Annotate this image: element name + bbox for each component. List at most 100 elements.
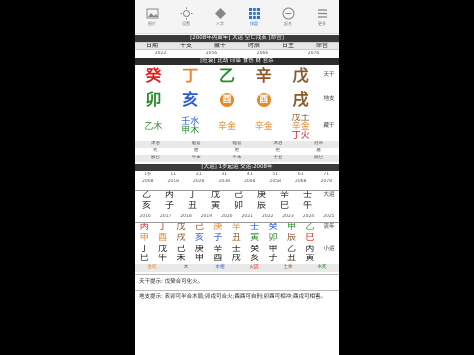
dayun-zhi: 午 [302, 201, 312, 211]
xiaoyun-zhi: 巳 [139, 254, 149, 263]
toolbar-label: 起名 [284, 20, 292, 26]
dayun-gan: 己 [233, 191, 243, 200]
canggan-block: 乙木 壬水 甲木 辛金 辛金 戊土 辛金 丁火 藏干 [135, 114, 339, 140]
toolbar-more[interactable]: 更多 [305, 0, 339, 33]
liunian-gan-row: 丙 丁 戊 己 庚 辛 壬 癸 甲 乙 流年 [135, 222, 339, 232]
grid-icon [248, 7, 260, 19]
dayun-gan: 丙 [164, 191, 174, 200]
liunian-zhi: 亥 [194, 233, 204, 243]
shensha-cell: 沐浴 [150, 141, 160, 147]
dayun-label: 大运 [323, 191, 335, 198]
xingyun-cell: 绝 [234, 148, 240, 154]
dayun-age: 51 [272, 172, 279, 177]
top-toolbar: 图片 设置 八字 排盘 起名 更多 [135, 0, 339, 34]
wuxing-cell: 水相 [215, 264, 225, 270]
wuxing-cell: 金旺 [147, 264, 157, 270]
top-banner-text: [2008年丙寅年] 大运 空亡戌亥 [命宫] [190, 34, 284, 41]
xiaoyun-zhi-row: 巳 午 未 申 酉 戌 亥 子 丑 寅 [135, 254, 339, 263]
dayun-gan: 辛 [279, 191, 289, 200]
liunian-year: 2016 [139, 214, 151, 219]
xiaoyun-gan: 丁 [139, 245, 149, 254]
zhi-char: 卯 [145, 90, 162, 109]
xiaoyun-zhi: 戌 [231, 254, 241, 263]
wuxing-row: 金旺 木 水相 火囚 土休 木死 [135, 264, 339, 272]
toolbar-bazi[interactable]: 八字 [203, 0, 237, 33]
canggan-item: 辛金 [217, 121, 236, 132]
xiaoyun-gan: 癸 [250, 245, 260, 254]
dayun-age: 1岁 [144, 172, 152, 177]
zhi-char: 亥 [182, 90, 199, 109]
gan-char: 戊 [292, 66, 309, 85]
gan-char: 癸 [145, 66, 162, 85]
shensha-cell: 临官 [232, 141, 242, 147]
canggan-col: 辛金 [209, 114, 246, 140]
liunian-year: 2021 [241, 214, 253, 219]
dayun-age: 61 [297, 172, 304, 177]
gan-label: 天干 [323, 72, 335, 79]
zhi-circle-wrap: 酉 [209, 89, 246, 111]
toolbar-paipan[interactable]: 排盘 [237, 0, 271, 33]
dayun-gan: 庚 [256, 191, 266, 200]
gan-char: 丁 [182, 66, 199, 85]
liunian-year: 2023 [282, 214, 294, 219]
canggan-item: 乙木 [144, 121, 163, 132]
dayun-gan-row: 乙 丙 丁 戊 己 庚 辛 壬 大运 [135, 190, 339, 200]
xiaoyun-gan-row: 丁 戊 己 庚 辛 壬 癸 甲 乙 丙 小运 [135, 245, 339, 254]
tiangan-hint-text: 戊癸合可化火。 [164, 279, 204, 285]
toolbar-image[interactable]: 图片 [135, 0, 169, 33]
dayun-year: 2058 [269, 179, 281, 184]
toolbar-label: 图片 [148, 20, 156, 26]
dayun-gan: 戊 [210, 191, 220, 200]
liunian-gan: 癸 [268, 223, 278, 232]
toolbar-label: 排盘 [250, 20, 258, 26]
kongwang-cell: 辰巳 [314, 155, 324, 161]
xingyun-cell: 墓 [316, 148, 321, 154]
canggan-col: 戊土 辛金 丁火 [282, 114, 319, 140]
toolbar-naming[interactable]: 起名 [271, 0, 305, 33]
wuxing-cell: 木死 [317, 264, 327, 270]
dayun-zhi: 丑 [187, 201, 197, 211]
zhi-label: 地支 [323, 96, 335, 103]
liunian-zhi: 申 [139, 233, 149, 243]
kongwang-row: 辰巳 午未 午未 子丑 辰巳 [135, 155, 339, 162]
liunian-zhi: 戌 [176, 233, 186, 243]
xingyun-cell: 绝 [275, 148, 281, 154]
tiangan-hint-label: 天干提示: [139, 279, 163, 285]
liunian-zhi: 巳 [305, 233, 315, 243]
canggan-col: 辛金 [245, 114, 282, 140]
dayun-year: 2018 [167, 179, 179, 184]
dayun-age: 41 [246, 172, 253, 177]
xiaoyun-gan: 己 [176, 245, 186, 254]
xiaoyun-gan: 甲 [268, 245, 278, 254]
liunian-gan: 戊 [176, 223, 186, 232]
shensha-cell: 冠带 [314, 141, 324, 147]
liunian-year: 2025 [323, 214, 335, 219]
header-cell: 命宫 [315, 43, 328, 49]
dayun-zhi: 亥 [141, 201, 151, 211]
liunian-year: 2020 [221, 214, 233, 219]
xiaoyun-zhi: 丑 [286, 254, 296, 263]
liunian-zhi: 丑 [231, 233, 241, 243]
xiaoyun-zhi: 未 [176, 254, 186, 263]
toolbar-settings[interactable]: 设置 [169, 0, 203, 33]
liunian-gan: 庚 [213, 223, 223, 232]
xiaoyun-gan: 庚 [194, 245, 204, 254]
zhi-circle-wrap: 酉 [245, 89, 282, 111]
image-icon [146, 8, 158, 18]
liunian-gan: 己 [194, 223, 204, 232]
zhi-char: 戌 [292, 90, 309, 109]
subtitle-banner-text: [旺衰] 比劫 印枭 食伤 财 官杀 [200, 57, 274, 64]
liunian-zhi: 子 [213, 233, 223, 243]
canggan-label: 藏干 [323, 123, 335, 130]
liunian-year: 2019 [200, 214, 213, 219]
header-cell: 日主 [281, 43, 294, 49]
kongwang-cell: 午未 [232, 155, 242, 161]
header-cell: 干支 [179, 43, 192, 49]
year-cell: 2022 [154, 51, 167, 56]
dayun-zhi-row: 亥 子 丑 寅 卯 辰 巳 午 [135, 201, 339, 211]
year-row: 2022 2056 2066 2076 [135, 51, 339, 57]
xiaoyun-zhi: 亥 [250, 254, 260, 263]
dayun-gan: 丁 [187, 191, 197, 200]
